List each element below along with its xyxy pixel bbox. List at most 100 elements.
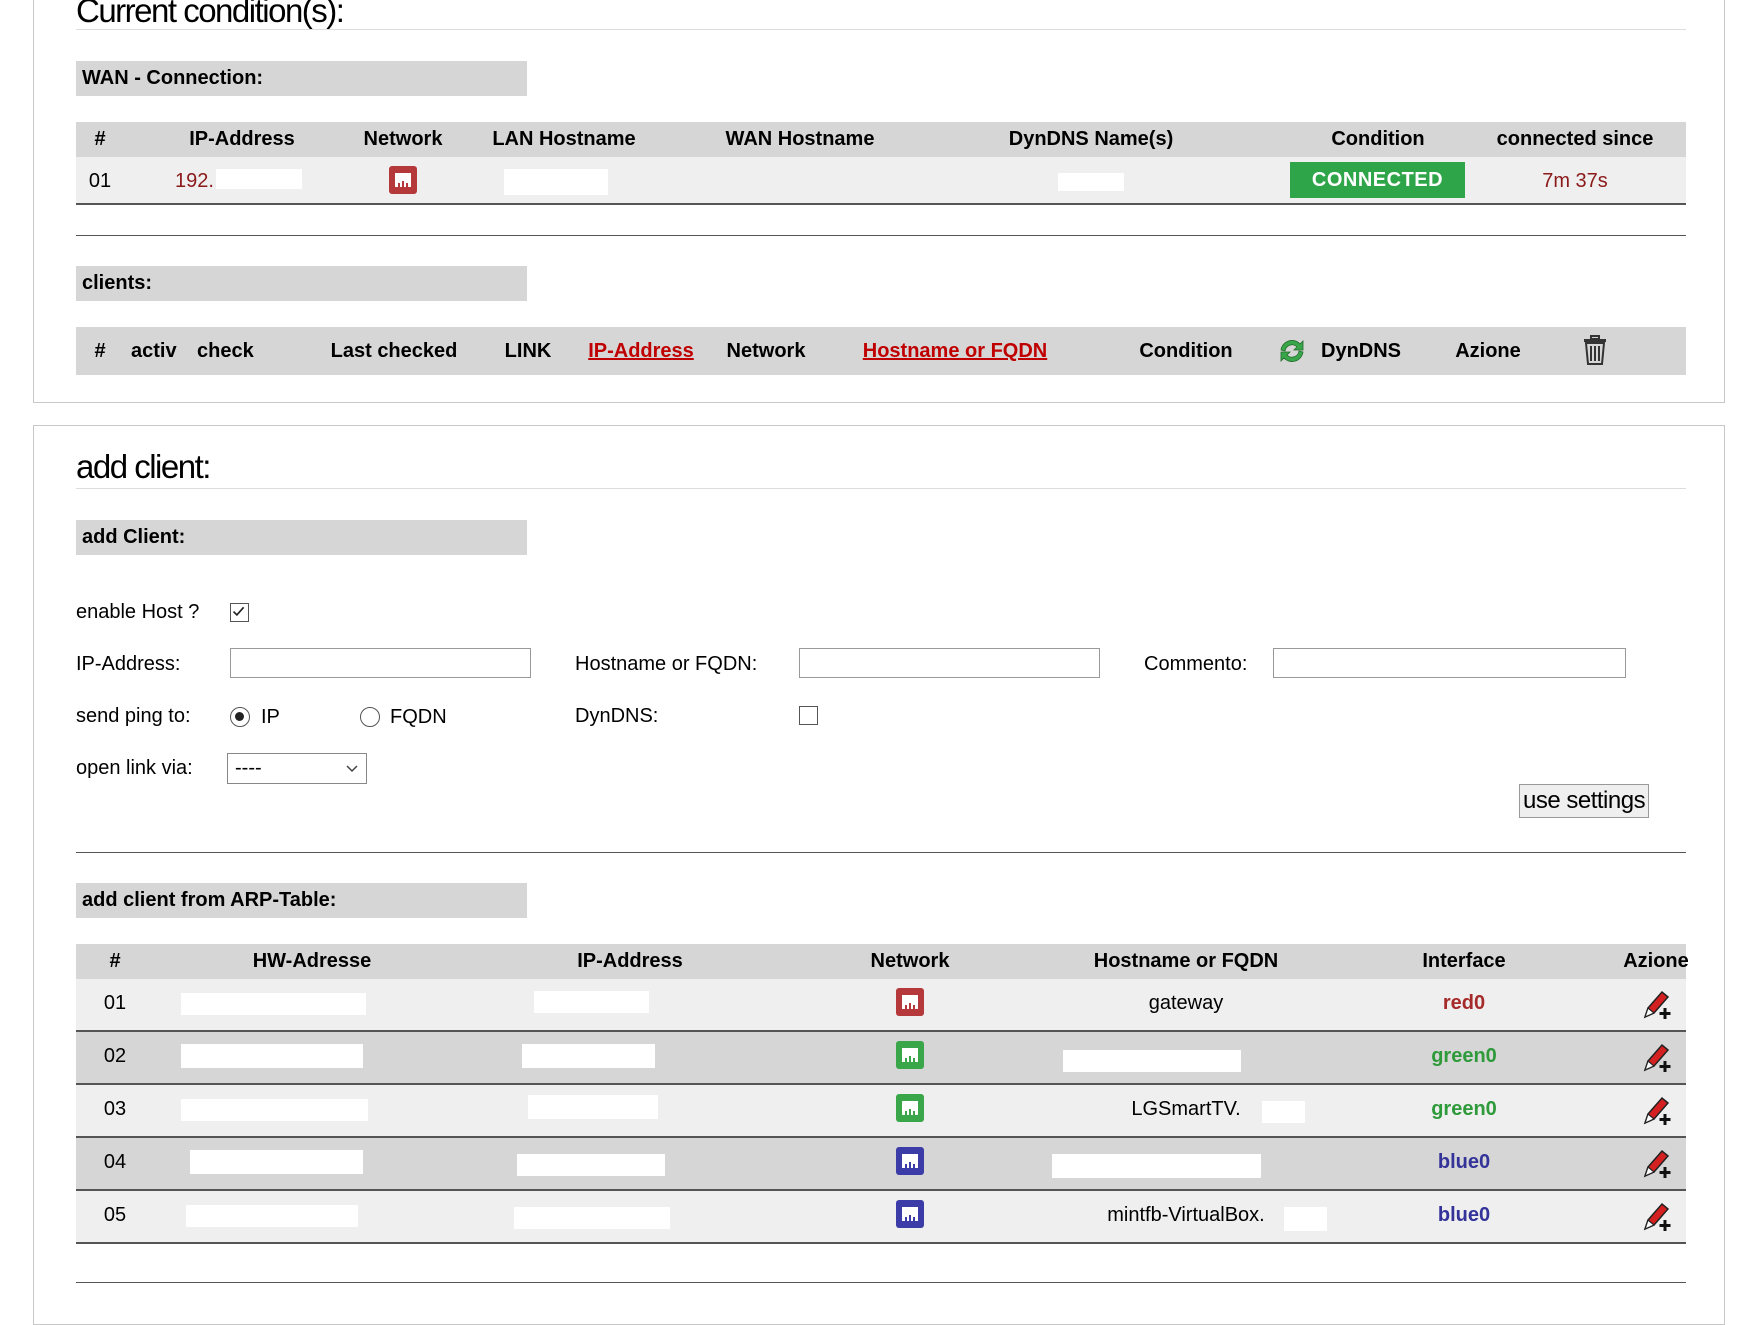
wan-row-ip: 192. [175, 170, 214, 192]
wan-row: 01 192. CONNECTED 7m 37s [76, 157, 1686, 205]
connected-badge: CONNECTED [1290, 162, 1465, 198]
add-client-icon[interactable] [1641, 1093, 1675, 1127]
row-interface: red0 [1442, 992, 1486, 1014]
divider [76, 235, 1686, 236]
row-interface: blue0 [1437, 1204, 1491, 1226]
col-connected-since: connected since [1496, 128, 1654, 150]
col-hw-address: HW-Adresse [252, 950, 372, 972]
trash-icon[interactable] [1583, 334, 1607, 366]
divider [76, 488, 1686, 489]
wan-table-header: # IP-Address Network LAN Hostname WAN Ho… [76, 122, 1686, 157]
open-link-select[interactable]: ---- [227, 753, 367, 784]
table-row: 03 LGSmartTV. green0 [76, 1085, 1686, 1138]
add-client-title: add client: [76, 448, 211, 485]
divider [76, 852, 1686, 853]
add-client-header: add Client: [76, 520, 527, 555]
enable-host-checkbox[interactable] [230, 603, 249, 622]
redacted [181, 1099, 368, 1121]
ping-ip-radio[interactable] [230, 707, 250, 727]
add-client-icon[interactable] [1641, 1199, 1675, 1233]
ping-fqdn-radio[interactable] [360, 707, 380, 727]
col-ip-address: IP-Address [577, 950, 683, 972]
redacted [1284, 1207, 1327, 1231]
dyndns-checkbox[interactable] [799, 706, 818, 725]
red-network-icon [896, 988, 924, 1016]
row-hostname: mintfb-VirtualBox. [1107, 1204, 1265, 1226]
current-conditions-panel: Current condition(s): WAN - Connection: … [33, 0, 1725, 403]
dyndns-label: DynDNS: [575, 705, 659, 727]
wan-connection-header: WAN - Connection: [76, 61, 527, 96]
col-network: Network [870, 950, 950, 972]
refresh-icon[interactable] [1275, 334, 1309, 368]
redacted [1058, 173, 1124, 191]
row-interface: green0 [1431, 1098, 1497, 1120]
add-client-icon[interactable] [1641, 1040, 1675, 1074]
col-activ: activ [131, 340, 177, 362]
divider [76, 29, 1686, 30]
redacted [181, 993, 366, 1015]
arp-table-header: add client from ARP-Table: [76, 883, 527, 918]
sort-by-ip-link[interactable]: IP-Address [588, 340, 694, 363]
redacted [522, 1044, 655, 1068]
green-network-icon [896, 1041, 924, 1069]
redacted [517, 1154, 665, 1176]
ping-ip-label: IP [261, 706, 280, 728]
col-lan-hostname: LAN Hostname [492, 128, 636, 150]
add-client-panel: add client: add Client: enable Host ? IP… [33, 425, 1725, 1325]
sort-by-hostname-link[interactable]: Hostname or FQDN [863, 340, 1047, 363]
col-condition: Condition [1331, 128, 1425, 150]
col-dyndns-names: DynDNS Name(s) [1008, 128, 1174, 150]
enable-host-label: enable Host ? [76, 601, 200, 623]
row-num: 01 [103, 992, 127, 1014]
redacted [534, 991, 649, 1013]
blue-network-icon [896, 1147, 924, 1175]
ip-address-input[interactable] [230, 648, 531, 678]
col-num: # [94, 128, 106, 150]
col-azione: Azione [1455, 340, 1521, 362]
redacted [181, 1044, 363, 1068]
row-num: 04 [103, 1151, 127, 1173]
table-row: 01 gateway red0 [76, 979, 1686, 1032]
row-interface: blue0 [1437, 1151, 1491, 1173]
redacted [1063, 1050, 1241, 1072]
add-client-icon[interactable] [1641, 987, 1675, 1021]
col-last-checked: Last checked [330, 340, 458, 362]
divider [76, 1282, 1686, 1283]
table-row: 02 green0 [76, 1032, 1686, 1085]
red-network-icon [389, 166, 417, 194]
col-wan-hostname: WAN Hostname [725, 128, 875, 150]
row-interface: green0 [1431, 1045, 1497, 1067]
clients-table-header: # activ check Last checked LINK IP-Addre… [76, 327, 1686, 375]
conditions-title: Current condition(s): [76, 0, 345, 29]
ping-fqdn-label: FQDN [390, 706, 447, 728]
col-network: Network [363, 128, 443, 150]
col-azione: Azione [1623, 950, 1689, 972]
row-hostname: gateway [1148, 992, 1224, 1014]
redacted [186, 1205, 358, 1227]
col-condition: Condition [1139, 340, 1233, 362]
send-ping-label: send ping to: [76, 705, 191, 727]
redacted [1052, 1154, 1261, 1178]
ip-address-label: IP-Address: [76, 653, 181, 675]
comment-input[interactable] [1273, 648, 1626, 678]
arp-table-column-header: # HW-Adresse IP-Address Network Hostname… [76, 944, 1689, 979]
col-num: # [109, 950, 121, 972]
table-row: 04 blue0 [76, 1138, 1686, 1191]
redacted [528, 1095, 658, 1119]
row-num: 03 [103, 1098, 127, 1120]
col-num: # [94, 340, 106, 362]
redacted [190, 1150, 363, 1174]
open-link-label: open link via: [76, 757, 193, 779]
add-client-icon[interactable] [1641, 1146, 1675, 1180]
col-network: Network [726, 340, 806, 362]
table-row: 05 mintfb-VirtualBox. blue0 [76, 1191, 1686, 1244]
use-settings-button[interactable]: use settings [1519, 784, 1650, 818]
open-link-value: ---- [235, 757, 262, 779]
chevron-down-icon [346, 765, 358, 773]
wan-row-num: 01 [88, 170, 112, 192]
row-num: 05 [103, 1204, 127, 1226]
col-interface: Interface [1422, 950, 1506, 972]
row-num: 02 [103, 1045, 127, 1067]
comment-label: Commento: [1144, 653, 1248, 675]
hostname-input[interactable] [799, 648, 1100, 678]
